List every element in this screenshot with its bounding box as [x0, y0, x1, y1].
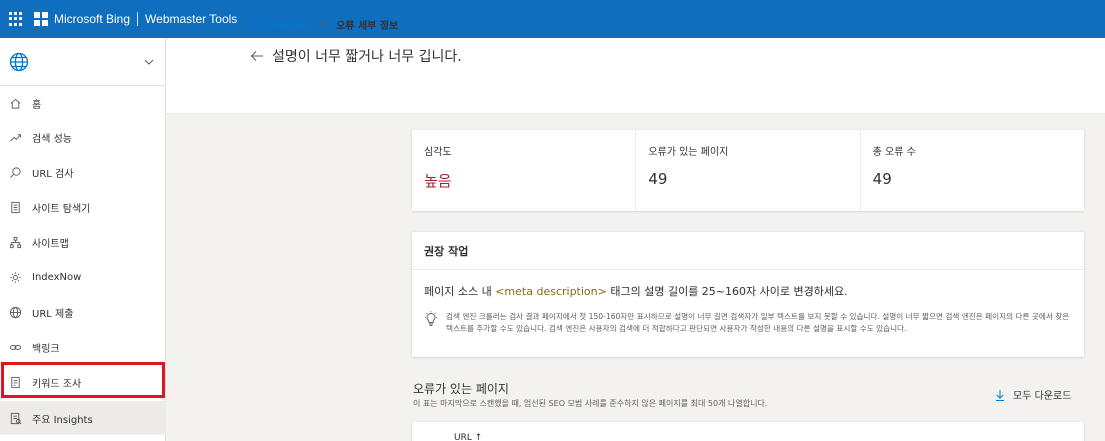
recommendation-note: 검색 엔진 크롤러는 검사 결과 페이지에서 첫 150-160자만 표시하므로… [424, 311, 1076, 335]
sidebar-item-search-performance[interactable]: 검색 성능 [0, 120, 166, 154]
sidebar-item-site-explorer[interactable]: 사이트 탐색기 [0, 190, 166, 224]
sidebar-item-label: URL 검사 [32, 168, 74, 180]
meta-description-tag: <meta description> [495, 285, 607, 298]
breadcrumb-separator-icon: > [319, 19, 329, 30]
home-icon [8, 96, 22, 110]
page-title: 설명이 너무 짧거나 너무 깁니다. [272, 49, 462, 65]
recommendation-text-after: 태그의 설명 길이를 25~160자 사이로 변경하세요. [606, 285, 848, 298]
globe-icon [8, 305, 22, 319]
sidebar-item-home[interactable]: 홈 [0, 86, 166, 120]
product-name[interactable]: Webmaster Tools [145, 12, 237, 26]
column-header-url[interactable]: URL ↑ [454, 433, 482, 441]
microsoft-logo-icon [34, 12, 48, 26]
sidebar-item-submit-url[interactable]: URL 제출 [0, 295, 166, 329]
download-all-label: 모두 다운로드 [1013, 391, 1072, 402]
highlight-box [1, 362, 165, 398]
metric-severity: 심각도 높음 [412, 130, 637, 211]
globe-icon [9, 52, 29, 71]
metrics-card: 심각도 높음 오류가 있는 페이지 49 총 오류 수 49 [412, 130, 1084, 211]
gear-icon [8, 270, 22, 284]
trend-icon [8, 130, 22, 144]
download-icon [996, 389, 1004, 401]
pages-section-subtitle: 이 표는 마지막으로 스캔했을 때, 엄선된 SEO 모범 사례를 준수하지 않… [413, 399, 768, 408]
sidebar-item-label: 검색 성능 [32, 133, 72, 145]
chevron-down-icon[interactable] [143, 56, 155, 68]
sidebar-item-backlinks[interactable]: 백링크 [0, 330, 166, 364]
sidebar-item-label: URL 제출 [32, 308, 74, 320]
document-icon [8, 200, 22, 214]
recommendation-title: 권장 작업 [412, 232, 1084, 270]
breadcrumb: 주요 Insights > 오류 세부 정보 [251, 17, 398, 32]
metric-value: 높음 [424, 172, 452, 190]
metric-label: 심각도 [424, 147, 452, 158]
sidebar-item-label: 주요 Insights [32, 414, 93, 426]
brand-divider [137, 12, 139, 26]
breadcrumb-current: 오류 세부 정보 [336, 21, 399, 32]
link-icon [8, 340, 22, 354]
sidebar-item-label: 백링크 [32, 343, 60, 355]
metric-pages-with-errors: 오류가 있는 페이지 49 [636, 130, 861, 211]
sidebar-item-label: IndexNow [32, 271, 82, 283]
sidebar-item-top-insights[interactable]: 주요 Insights [0, 401, 166, 435]
sidebar-item-url-inspection[interactable]: URL 검사 [0, 155, 166, 189]
sidebar-item-sitemaps[interactable]: 사이트맵 [0, 225, 166, 259]
metric-value: 49 [872, 170, 892, 188]
recommendation-text-before: 페이지 소스 내 [424, 285, 496, 298]
metric-label: 총 오류 수 [872, 147, 916, 158]
sidebar-item-label: 홈 [32, 99, 42, 111]
brand-name[interactable]: Microsoft Bing [54, 12, 130, 26]
top-bar: Microsoft Bing Webmaster Tools [0, 0, 1105, 38]
sidebar-item-label: 사이트맵 [32, 238, 69, 250]
sidebar-item-label: 사이트 탐색기 [32, 203, 91, 215]
recommendation-text: 페이지 소스 내 <meta description> 태그의 설명 길이를 2… [424, 283, 848, 299]
recommendation-card: 권장 작업 페이지 소스 내 <meta description> 태그의 설명… [412, 232, 1084, 357]
lightbulb-icon [425, 311, 437, 326]
app-launcher-icon[interactable] [9, 12, 23, 26]
sidebar-item-indexnow[interactable]: IndexNow [0, 260, 166, 294]
back-arrow-icon[interactable] [250, 50, 264, 62]
search-icon [8, 165, 22, 179]
metric-total-errors: 총 오류 수 49 [861, 130, 1084, 211]
metric-value: 49 [648, 170, 668, 188]
download-all-button[interactable]: 모두 다운로드 [995, 387, 1071, 402]
insights-icon [8, 411, 22, 425]
site-selector[interactable] [0, 38, 165, 86]
page-title-row: 설명이 너무 짧거나 너무 깁니다. [250, 46, 462, 66]
recommendation-note-text: 검색 엔진 크롤러는 검사 결과 페이지에서 첫 150-160자만 표시하므로… [446, 312, 1070, 333]
pages-table: URL ↑ [412, 422, 1084, 441]
pages-section-title: 오류가 있는 페이지 [413, 382, 509, 396]
metric-label: 오류가 있는 페이지 [648, 147, 729, 158]
breadcrumb-parent-link[interactable]: 주요 Insights [251, 17, 312, 32]
sitemap-icon [8, 235, 22, 249]
